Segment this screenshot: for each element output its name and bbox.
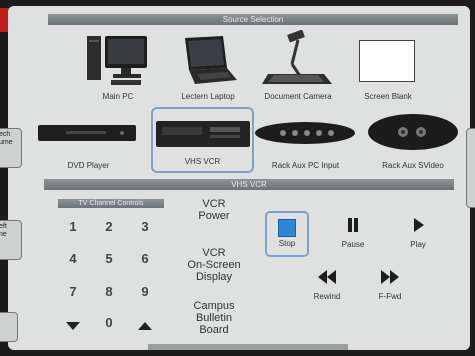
key-0[interactable]: 0 — [99, 315, 119, 330]
side-tab-left[interactable]: eft ne — [0, 220, 22, 260]
control-panel: Source Selection Main PC Lectern Laptop — [8, 6, 470, 350]
key-9[interactable]: 9 — [135, 284, 155, 299]
source-label: VHS VCR — [184, 157, 221, 166]
side-tab-bottom[interactable] — [0, 312, 18, 342]
bottom-edge-strip — [148, 344, 348, 350]
rewind-button[interactable]: Rewind — [305, 269, 349, 301]
pause-button[interactable]: Pause — [333, 217, 373, 249]
key-8[interactable]: 8 — [99, 284, 119, 299]
fast-forward-label: F-Fwd — [378, 292, 402, 301]
bulletin-line1: Campus — [193, 300, 235, 312]
pause-label: Pause — [341, 240, 365, 249]
tv-channel-controls-header: TV Channel Controls — [58, 199, 164, 208]
side-tab-left-line1: eft — [0, 223, 7, 230]
rewind-icon — [318, 270, 336, 284]
channel-down-button[interactable] — [65, 318, 81, 330]
vcr-display-line1: VCR — [202, 247, 226, 259]
source-document-camera[interactable]: Document Camera — [258, 29, 338, 104]
key-7[interactable]: 7 — [63, 284, 83, 299]
desktop-pc-icon — [87, 36, 147, 85]
source-label: Document Camera — [264, 92, 332, 101]
source-main-pc[interactable]: Main PC — [83, 32, 153, 102]
rewind-label: Rewind — [313, 292, 341, 301]
stop-label: Stop — [278, 239, 296, 248]
play-button[interactable]: Play — [398, 217, 438, 249]
source-label: DVD Player — [67, 161, 110, 170]
key-2[interactable]: 2 — [99, 219, 119, 234]
document-camera-icon — [262, 29, 332, 84]
source-label: Rack Aux PC Input — [271, 161, 340, 170]
laptop-icon — [185, 36, 237, 84]
vhs-vcr-icon — [156, 121, 250, 147]
vhs-vcr-header: VHS VCR — [44, 179, 454, 190]
tv-channel-controls-title: TV Channel Controls — [78, 200, 144, 207]
side-tab-left-line2: ne — [0, 231, 7, 238]
dvd-player-icon — [38, 125, 136, 141]
stop-icon — [278, 219, 296, 237]
side-tab-volume-line2: ume — [0, 139, 13, 146]
source-selection-header: Source Selection — [48, 14, 458, 25]
stop-button[interactable]: Stop — [265, 211, 309, 257]
vcr-on-screen-display-button[interactable]: VCR On-Screen Display — [178, 247, 250, 283]
side-tab-volume-line1: ech — [0, 131, 11, 138]
key-3[interactable]: 3 — [135, 219, 155, 234]
channel-down-icon — [66, 322, 80, 330]
play-icon — [414, 218, 424, 232]
channel-up-button[interactable] — [137, 318, 153, 330]
source-label: Rack Aux SVideo — [382, 161, 444, 170]
source-rack-aux-svideo[interactable]: Rack Aux SVideo — [365, 112, 461, 174]
bulletin-line3: Board — [199, 324, 229, 336]
key-1[interactable]: 1 — [63, 219, 83, 234]
source-label: Lectern Laptop — [181, 92, 235, 101]
fast-forward-icon — [381, 270, 399, 284]
channel-up-icon — [138, 322, 152, 330]
vcr-display-line3: Display — [195, 271, 233, 283]
screen-blank-icon — [359, 40, 415, 82]
source-label: Screen Blank — [364, 92, 412, 101]
source-selection-title: Source Selection — [222, 15, 284, 24]
source-vhs-vcr[interactable]: VHS VCR — [151, 107, 254, 173]
fast-forward-button[interactable]: F-Fwd — [368, 269, 412, 301]
side-tab-volume[interactable]: ech ume — [0, 128, 22, 168]
source-rack-aux-pc-input[interactable]: Rack Aux PC Input — [253, 119, 358, 174]
rack-aux-pc-input-icon — [255, 122, 355, 144]
side-tab-right[interactable] — [466, 128, 475, 208]
vcr-display-line2: On-Screen — [187, 259, 241, 271]
key-6[interactable]: 6 — [135, 251, 155, 266]
vcr-power-button[interactable]: VCR Power — [178, 198, 250, 222]
key-5[interactable]: 5 — [99, 251, 119, 266]
rack-aux-svideo-icon — [368, 114, 458, 150]
source-dvd-player[interactable]: DVD Player — [36, 119, 141, 174]
vcr-power-line2: Power — [198, 210, 230, 222]
vcr-power-line1: VCR — [202, 198, 226, 210]
campus-bulletin-board-button[interactable]: Campus Bulletin Board — [178, 300, 250, 336]
source-screen-blank[interactable]: Screen Blank — [353, 36, 423, 104]
source-label: Main PC — [102, 92, 134, 101]
play-label: Play — [410, 240, 426, 249]
pause-icon — [348, 218, 358, 232]
source-lectern-laptop[interactable]: Lectern Laptop — [173, 34, 243, 104]
key-4[interactable]: 4 — [63, 251, 83, 266]
bulletin-line2: Bulletin — [195, 312, 233, 324]
vhs-vcr-title: VHS VCR — [231, 180, 267, 189]
